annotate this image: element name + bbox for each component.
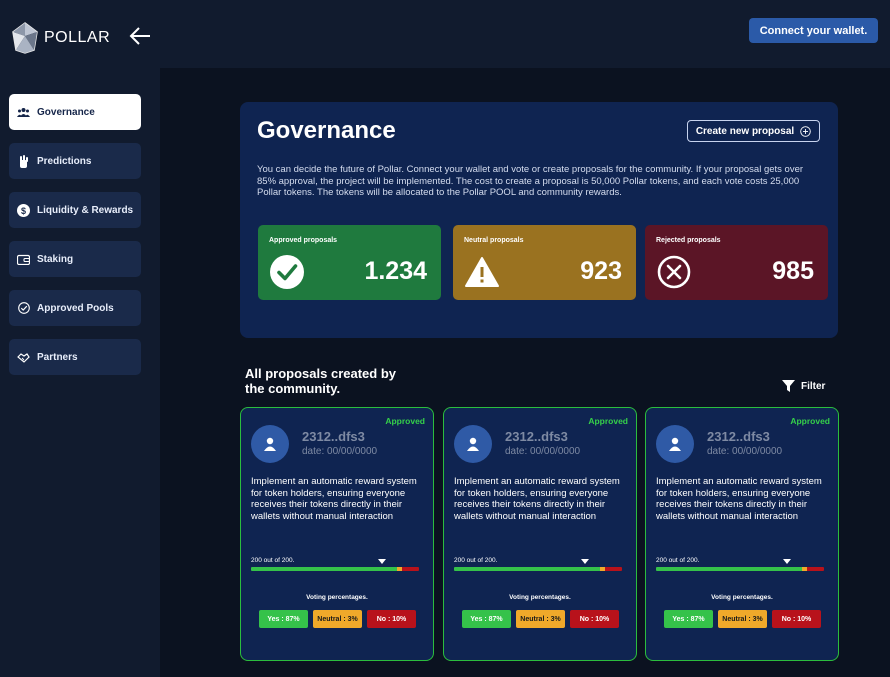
sidebar-item-label: Liquidity & Rewards xyxy=(37,204,134,216)
sidebar-item-label: Partners xyxy=(37,351,78,363)
voting-percentages-label: Voting percentages. xyxy=(711,594,773,601)
sidebar-item-label: Staking xyxy=(37,253,74,265)
warning-icon xyxy=(465,257,499,287)
vote-bar xyxy=(656,567,824,571)
vote-bar-no xyxy=(402,567,419,571)
plus-circle-icon xyxy=(800,125,811,137)
proposal-card[interactable]: Approved 2312..dfs3 date: 00/00/0000 Imp… xyxy=(443,407,637,661)
stat-label: Approved proposals xyxy=(269,237,338,244)
vote-count: 200 out of 200. xyxy=(251,557,295,564)
stat-value: 985 xyxy=(772,257,814,285)
sidebar-item-label: Governance xyxy=(37,106,95,118)
status-badge: Approved xyxy=(588,416,628,426)
connect-wallet-button[interactable]: Connect your wallet. xyxy=(749,18,878,43)
filter-label: Filter xyxy=(801,380,826,392)
sidebar-item-approved-pools[interactable]: Approved Pools xyxy=(9,290,141,326)
create-proposal-label: Create new proposal xyxy=(695,125,795,137)
proposal-id: 2312..dfs3 xyxy=(505,429,568,444)
vote-bar-no xyxy=(605,567,622,571)
user-icon xyxy=(467,437,479,451)
vote-marker xyxy=(783,559,791,564)
hand-icon xyxy=(17,154,30,168)
sidebar-item-label: Approved Pools xyxy=(37,302,114,314)
vote-count: 200 out of 200. xyxy=(656,557,700,564)
avatar xyxy=(656,425,694,463)
no-chip[interactable]: No : 10% xyxy=(772,610,821,628)
no-chip[interactable]: No : 10% xyxy=(570,610,619,628)
stat-label: Rejected proposals xyxy=(656,237,721,244)
no-chip[interactable]: No : 10% xyxy=(367,610,416,628)
voting-percentages-label: Voting percentages. xyxy=(509,594,571,601)
governance-panel: Governance Create new proposal You can d… xyxy=(240,102,838,338)
check-circle-icon xyxy=(17,302,30,315)
proposal-card[interactable]: Approved 2312..dfs3 date: 00/00/0000 Imp… xyxy=(645,407,839,661)
back-arrow-icon[interactable] xyxy=(128,26,152,46)
yes-chip[interactable]: Yes : 87% xyxy=(259,610,308,628)
proposal-id: 2312..dfs3 xyxy=(707,429,770,444)
people-icon xyxy=(17,106,30,119)
pollar-logo-icon xyxy=(12,22,38,54)
sidebar-item-staking[interactable]: Staking xyxy=(9,241,141,277)
stat-value: 923 xyxy=(580,257,622,285)
vote-bar-yes xyxy=(454,567,601,571)
logo-text: POLLAR xyxy=(44,29,111,46)
status-badge: Approved xyxy=(790,416,830,426)
vote-bar xyxy=(454,567,622,571)
vote-count: 200 out of 200. xyxy=(454,557,498,564)
page-title: Governance xyxy=(257,117,396,144)
proposal-description: Implement an automatic reward system for… xyxy=(251,476,417,522)
stat-value: 1.234 xyxy=(364,257,427,285)
check-icon xyxy=(270,255,304,289)
status-badge: Approved xyxy=(385,416,425,426)
stat-card-neutral: Neutral proposals 923 xyxy=(453,225,636,300)
vote-bar-yes xyxy=(251,567,398,571)
sidebar: Governance Predictions $ Liquidity & Rew… xyxy=(0,68,160,677)
stat-card-approved: Approved proposals 1.234 xyxy=(258,225,441,300)
vote-marker xyxy=(581,559,589,564)
top-bar: POLLAR Connect your wallet. xyxy=(0,0,890,68)
neutral-chip[interactable]: Neutral : 3% xyxy=(313,610,362,628)
stat-card-rejected: Rejected proposals 985 xyxy=(645,225,828,300)
proposals-section-title: All proposals created by the community. xyxy=(245,366,396,396)
wallet-icon xyxy=(17,253,30,266)
neutral-chip[interactable]: Neutral : 3% xyxy=(718,610,767,628)
svg-text:$: $ xyxy=(21,206,26,216)
vote-marker xyxy=(378,559,386,564)
yes-chip[interactable]: Yes : 87% xyxy=(462,610,511,628)
create-proposal-button[interactable]: Create new proposal xyxy=(687,120,820,142)
voting-percentages-label: Voting percentages. xyxy=(306,594,368,601)
logo[interactable]: POLLAR xyxy=(12,22,110,54)
proposal-date: date: 00/00/0000 xyxy=(505,446,581,457)
sidebar-item-governance[interactable]: Governance xyxy=(9,94,141,130)
avatar xyxy=(251,425,289,463)
vote-bar xyxy=(251,567,419,571)
sidebar-item-predictions[interactable]: Predictions xyxy=(9,143,141,179)
user-icon xyxy=(669,437,681,451)
proposal-description: Implement an automatic reward system for… xyxy=(454,476,620,522)
proposal-description: Implement an automatic reward system for… xyxy=(656,476,822,522)
vote-bar-no xyxy=(807,567,824,571)
user-icon xyxy=(264,437,276,451)
proposal-date: date: 00/00/0000 xyxy=(302,446,378,457)
governance-description: You can decide the future of Pollar. Con… xyxy=(257,164,804,198)
stat-label: Neutral proposals xyxy=(464,237,524,244)
avatar xyxy=(454,425,492,463)
proposal-date: date: 00/00/0000 xyxy=(707,446,783,457)
proposal-card[interactable]: Approved 2312..dfs3 date: 00/00/0000 Imp… xyxy=(240,407,434,661)
neutral-chip[interactable]: Neutral : 3% xyxy=(516,610,565,628)
dollar-icon: $ xyxy=(17,203,30,217)
sidebar-item-partners[interactable]: Partners xyxy=(9,339,141,375)
main-content: Governance Create new proposal You can d… xyxy=(160,68,890,677)
vote-bar-yes xyxy=(656,567,803,571)
yes-chip[interactable]: Yes : 87% xyxy=(664,610,713,628)
filter-button[interactable]: Filter xyxy=(782,380,825,392)
sidebar-item-label: Predictions xyxy=(37,155,92,167)
sidebar-item-liquidity-rewards[interactable]: $ Liquidity & Rewards xyxy=(9,192,141,228)
handshake-icon xyxy=(17,351,30,364)
filter-icon xyxy=(782,380,795,392)
proposal-id: 2312..dfs3 xyxy=(302,429,365,444)
x-circle-icon xyxy=(657,255,691,289)
